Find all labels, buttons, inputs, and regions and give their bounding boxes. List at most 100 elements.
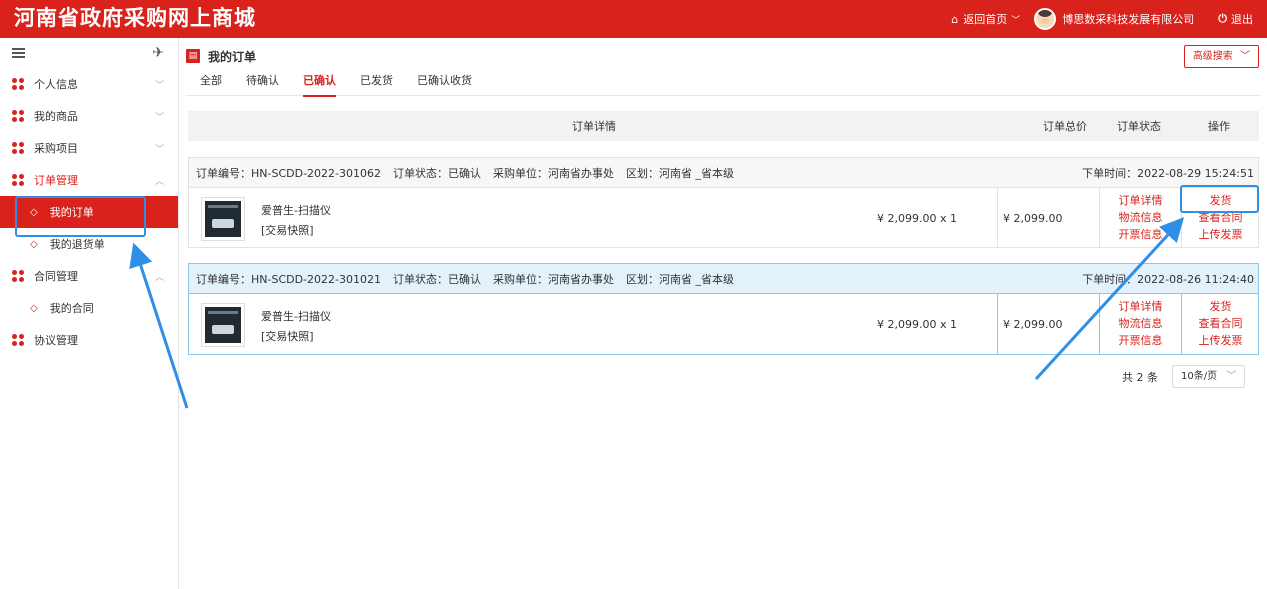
diamond-icon: ◇ [30, 206, 38, 218]
order-header: 订单编号：HN-SCDD-2022-301021 订单状态：已确认 采购单位：河… [189, 264, 1258, 294]
order-tabs: 全部 待确认 已确认 已发货 已确认收货 [186, 74, 1261, 97]
header-status: 订单状态 [1117, 120, 1161, 133]
chevron-down-icon: ﹀ [1011, 15, 1021, 26]
upload-invoice-link[interactable]: 上传发票 [1182, 226, 1259, 243]
order-card: 订单编号：HN-SCDD-2022-301062 订单状态：已确认 采购单位：河… [188, 157, 1259, 248]
sidebar-group-label: 订单管理 [34, 174, 78, 187]
sidebar-group-orders[interactable]: 订单管理 ︿ [0, 164, 178, 196]
chevron-down-icon: ﹀ [1226, 371, 1237, 382]
product-name[interactable]: 爱普生-扫描仪 [261, 308, 331, 324]
avatar [1034, 8, 1057, 30]
top-bar: 河南省政府采购网上商城 ⌂ 返回首页 ﹀ 博思数采科技发展有限公司 ⏻ 退出 [0, 0, 1267, 38]
user-menu[interactable]: 博思数采科技发展有限公司 [1034, 8, 1194, 30]
company-name: 博思数采科技发展有限公司 [1062, 13, 1195, 26]
flower-icon [12, 174, 24, 186]
status-cell: 订单详情 物流信息 开票信息 [1099, 294, 1181, 354]
home-link[interactable]: ⌂ 返回首页 ﹀ [951, 11, 1020, 27]
page-title: 我的订单 [208, 49, 257, 64]
header-total: 订单总价 [1043, 120, 1087, 133]
ops-cell: 发货 查看合同 上传发票 [1181, 294, 1259, 354]
product-name[interactable]: 爱普生-扫描仪 [261, 202, 331, 218]
flower-icon [12, 142, 24, 154]
order-region: 区划：河南省 _省本级 [626, 166, 734, 180]
status-cell: 订单详情 物流信息 开票信息 [1099, 188, 1181, 248]
sidebar-item-my-orders[interactable]: ◇ 我的订单 [0, 196, 178, 228]
page-header: ▤ 我的订单 高级搜索 ﹀ [186, 38, 1261, 74]
tab-shipped[interactable]: 已发货 [360, 74, 393, 96]
total-cell: ¥ 2,099.00 [997, 188, 1099, 248]
sidebar: ✈ 个人信息 ﹀ 我的商品 ﹀ 采购项目 ﹀ 订单管理 ︿ ◇ 我的订单 ◇ 我… [0, 38, 179, 589]
order-status: 订单状态：已确认 [393, 272, 481, 286]
order-body: 爱普生-扫描仪 [交易快照] ¥ 2,099.00 x 1 ¥ 2,099.00… [189, 294, 1258, 354]
sidebar-header: ✈ [0, 38, 178, 68]
sidebar-item-label: 我的订单 [49, 206, 94, 219]
product-thumbnail[interactable] [201, 303, 245, 347]
sidebar-group-label: 个人信息 [34, 78, 78, 91]
view-contract-link[interactable]: 查看合同 [1182, 315, 1259, 332]
advanced-search-button[interactable]: 高级搜索 ﹀ [1183, 45, 1259, 68]
sidebar-group-contracts[interactable]: 合同管理 ︿ [0, 260, 178, 292]
logout-button[interactable]: ⏻ 退出 [1218, 11, 1253, 27]
sidebar-item-my-contracts[interactable]: ◇ 我的合同 [0, 292, 178, 324]
order-time: 下单时间：2022-08-29 15:24:51 [1082, 166, 1254, 180]
invoice-info-link[interactable]: 开票信息 [1100, 332, 1181, 349]
ops-cell: 发货 查看合同 上传发票 [1181, 188, 1259, 248]
order-details-link[interactable]: 订单详情 [1100, 192, 1181, 209]
power-icon: ⏻ [1218, 12, 1227, 25]
page-size-value: 10条/页 [1181, 371, 1218, 382]
order-total: ¥ 2,099.00 [1003, 212, 1063, 225]
order-details-link[interactable]: 订单详情 [1100, 298, 1181, 315]
total-count: 共 2 条 [1122, 370, 1158, 384]
site-title[interactable]: 河南省政府采购网上商城 [14, 3, 256, 33]
header-ops: 操作 [1208, 120, 1230, 133]
sidebar-item-label: 我的退货单 [49, 238, 105, 251]
logistics-link[interactable]: 物流信息 [1100, 209, 1181, 226]
sidebar-group-label: 我的商品 [34, 110, 78, 123]
menu-icon[interactable] [12, 48, 25, 58]
table-header: 订单详情 订单总价 订单状态 操作 [188, 111, 1259, 141]
home-label: 返回首页 [963, 13, 1008, 26]
upload-invoice-link[interactable]: 上传发票 [1182, 332, 1259, 349]
ship-button[interactable]: 发货 [1182, 192, 1259, 209]
logistics-link[interactable]: 物流信息 [1100, 315, 1181, 332]
ship-button[interactable]: 发货 [1182, 298, 1259, 315]
home-icon: ⌂ [951, 12, 959, 26]
unit-price-qty: ¥ 2,099.00 x 1 [877, 212, 957, 225]
chevron-down-icon: ﹀ [154, 80, 164, 91]
chevron-up-icon: ︿ [154, 176, 164, 187]
tab-pending[interactable]: 待确认 [246, 74, 279, 96]
page-size-select[interactable]: 10条/页 ﹀ [1172, 365, 1246, 388]
total-cell: ¥ 2,099.00 [997, 294, 1099, 354]
top-right-nav: ⌂ 返回首页 ﹀ 博思数采科技发展有限公司 ⏻ 退出 [951, 0, 1267, 38]
sidebar-group-agreements[interactable]: 协议管理 [0, 324, 178, 356]
sidebar-group-label: 合同管理 [34, 270, 78, 283]
view-contract-link[interactable]: 查看合同 [1182, 209, 1259, 226]
sidebar-group-goods[interactable]: 我的商品 ﹀ [0, 100, 178, 132]
invoice-info-link[interactable]: 开票信息 [1100, 226, 1181, 243]
pagination: 共 2 条 10条/页 ﹀ [1122, 365, 1246, 388]
diamond-icon: ◇ [30, 302, 38, 314]
pin-icon[interactable]: ✈ [152, 45, 164, 61]
snapshot-link[interactable]: [交易快照] [261, 328, 314, 344]
logout-label: 退出 [1231, 13, 1253, 26]
chevron-up-icon: ︿ [154, 272, 164, 283]
sidebar-group-personal[interactable]: 个人信息 ﹀ [0, 68, 178, 100]
advanced-search-label: 高级搜索 [1192, 51, 1233, 62]
order-buyer: 采购单位：河南省办事处 [493, 272, 614, 286]
snapshot-link[interactable]: [交易快照] [261, 222, 314, 238]
tab-received[interactable]: 已确认收货 [417, 74, 472, 96]
sidebar-item-returns[interactable]: ◇ 我的退货单 [0, 228, 178, 260]
flower-icon [12, 110, 24, 122]
order-buyer: 采购单位：河南省办事处 [493, 166, 614, 180]
chevron-down-icon: ﹀ [1240, 51, 1250, 62]
order-number: 订单编号：HN-SCDD-2022-301062 [196, 166, 381, 180]
tab-confirmed[interactable]: 已确认 [303, 74, 336, 97]
flower-icon [12, 78, 24, 90]
order-body: 爱普生-扫描仪 [交易快照] ¥ 2,099.00 x 1 ¥ 2,099.00… [189, 188, 1258, 248]
sidebar-group-label: 采购项目 [34, 142, 78, 155]
product-thumbnail[interactable] [201, 197, 245, 241]
flower-icon [12, 270, 24, 282]
sidebar-group-projects[interactable]: 采购项目 ﹀ [0, 132, 178, 164]
sidebar-item-label: 我的合同 [49, 302, 94, 315]
tab-all[interactable]: 全部 [200, 74, 222, 96]
